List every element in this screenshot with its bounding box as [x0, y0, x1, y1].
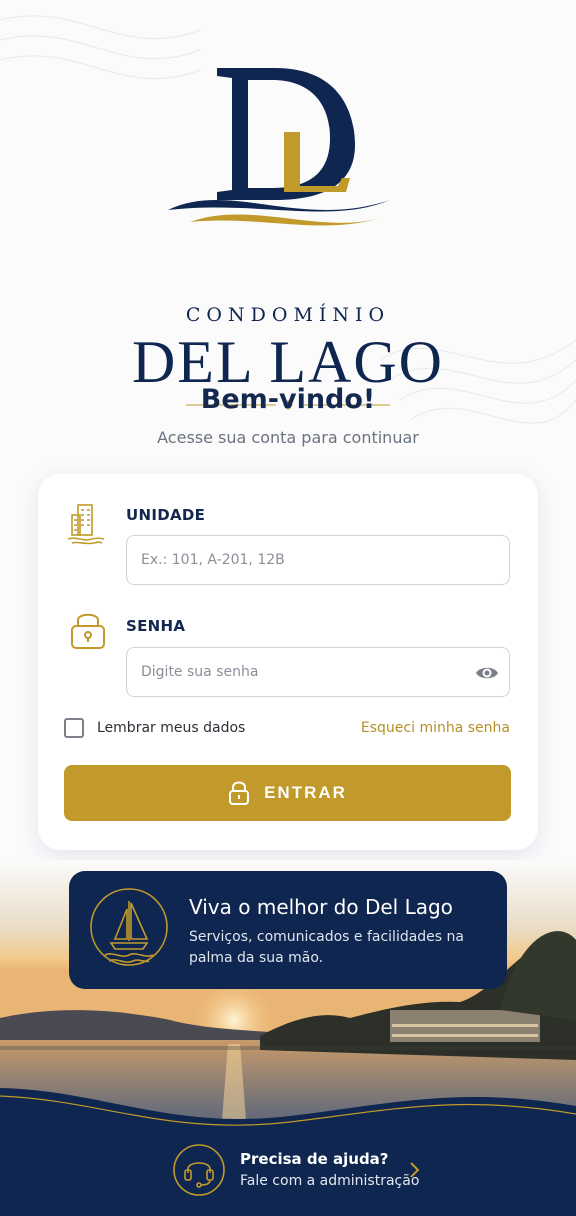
- help-contact-link[interactable]: Precisa de ajuda? Fale com a administraç…: [172, 1140, 432, 1200]
- show-password-icon[interactable]: [474, 660, 500, 686]
- password-label: SENHA: [126, 617, 186, 635]
- help-subtitle: Fale com a administração: [240, 1173, 420, 1189]
- welcome-title: Bem-vindo!: [200, 384, 376, 415]
- chevron-right-icon: [410, 1162, 420, 1178]
- brand-logo: CONDOMÍNIO DEL LAGO: [0, 60, 576, 410]
- password-input[interactable]: [126, 647, 510, 697]
- login-card: UNIDADE SENHA Lembrar meus dados Esqueci…: [38, 474, 538, 850]
- brand-subtitle: CONDOMÍNIO: [185, 304, 391, 326]
- banner-title: Viva o melhor do Del Lago: [189, 895, 453, 919]
- lock-icon: [71, 613, 105, 649]
- remember-me[interactable]: Lembrar meus dados: [64, 718, 245, 738]
- sailboat-icon: [90, 888, 168, 966]
- remember-checkbox[interactable]: [64, 718, 84, 738]
- monogram-logo: [168, 68, 390, 226]
- welcome-subtitle: Acesse sua conta para continuar: [157, 428, 419, 447]
- promo-banner: Viva o melhor do Del Lago Serviços, comu…: [69, 871, 507, 989]
- lock-icon: [229, 781, 250, 805]
- forgot-password-link[interactable]: Esqueci minha senha: [361, 720, 510, 736]
- remember-label: Lembrar meus dados: [97, 720, 246, 736]
- banner-text: Serviços, comunicados e facilidades na p…: [189, 929, 464, 966]
- help-title: Precisa de ajuda?: [240, 1150, 389, 1168]
- headset-icon: [173, 1144, 225, 1196]
- building-icon: [67, 504, 105, 545]
- unit-input[interactable]: [126, 535, 510, 585]
- login-button-label: ENTRAR: [264, 783, 347, 802]
- login-button[interactable]: ENTRAR: [64, 765, 511, 821]
- unit-label: UNIDADE: [126, 506, 206, 524]
